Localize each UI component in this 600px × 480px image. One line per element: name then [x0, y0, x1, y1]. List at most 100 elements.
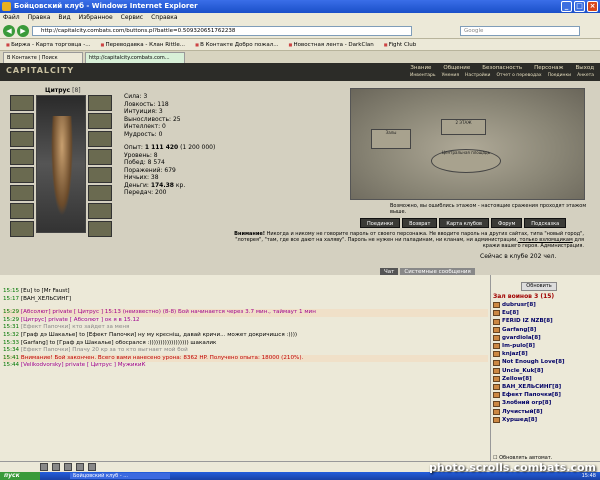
maximize-button[interactable]: □: [574, 1, 585, 12]
menu-view[interactable]: Вид: [58, 13, 70, 23]
list-item[interactable]: knjaz[8]: [493, 350, 565, 358]
list-item[interactable]: ВАН_ХЕЛЬСИНГ[8]: [493, 383, 565, 391]
character-portrait: [36, 95, 86, 233]
equip-slot[interactable]: [10, 131, 34, 147]
equipment-slots-right: [88, 95, 112, 237]
list-item[interactable]: Not Enough Love[8]: [493, 358, 565, 366]
equip-slot[interactable]: [88, 113, 112, 129]
clan-icon: [493, 359, 500, 366]
equip-slot[interactable]: [10, 221, 34, 237]
chat-message: 15:41 Внимание! Бой закончен. Всего вами…: [3, 354, 488, 363]
subnav-settings[interactable]: Настройки: [465, 73, 490, 78]
refresh-button[interactable]: Обновить: [521, 282, 557, 291]
list-item[interactable]: gvardiola[8]: [493, 334, 565, 342]
window-title: Бойцовский клуб - Windows Internet Explo…: [14, 2, 198, 10]
nav-security[interactable]: Безопасность: [482, 65, 522, 71]
equip-slot[interactable]: [88, 167, 112, 183]
players-list: dubrusr[8] Eu[8] FERID IZ NZB[8] Garfang…: [493, 301, 565, 424]
list-item[interactable]: Лучистый[8]: [493, 408, 565, 416]
list-item[interactable]: Злобний огр[8]: [493, 399, 565, 407]
smile-icon[interactable]: [40, 463, 48, 471]
menu-favorites[interactable]: Избранное: [79, 13, 113, 23]
tab-bar: В Контакте | Поиск http://capitalcity.co…: [0, 51, 600, 63]
list-item[interactable]: Uncle_Kuk[8]: [493, 367, 565, 375]
subnav-inventory[interactable]: Инвентарь: [410, 73, 436, 78]
list-item[interactable]: Хуршед[8]: [493, 416, 565, 424]
menu-tools[interactable]: Сервис: [121, 13, 143, 23]
nav-character[interactable]: Персонаж: [534, 65, 563, 71]
subnav-transfers[interactable]: Отчет о переводах: [496, 73, 541, 78]
duels-button[interactable]: Поединки: [360, 218, 401, 228]
clan-icon: [493, 351, 500, 358]
list-item[interactable]: Zellow[8]: [493, 375, 565, 383]
character-name[interactable]: Цитрус [8]: [45, 87, 81, 94]
menu-help[interactable]: Справка: [151, 13, 177, 23]
equip-slot[interactable]: [10, 113, 34, 129]
list-item[interactable]: Eu[8]: [493, 309, 565, 317]
start-button[interactable]: пуск: [0, 472, 40, 480]
list-item[interactable]: Im-pulo[8]: [493, 342, 565, 350]
nav-exit[interactable]: Выход: [575, 65, 594, 71]
stat-money: Деньги: 174.38 кр.: [124, 181, 186, 189]
minimize-button[interactable]: _: [561, 1, 572, 12]
url-input[interactable]: http://capitalcity.combats.com/buttons.p…: [32, 26, 412, 36]
equip-slot[interactable]: [88, 185, 112, 201]
hint-button[interactable]: Подсказка: [524, 218, 567, 228]
menu-edit[interactable]: Правка: [28, 13, 51, 23]
equip-slot[interactable]: [88, 95, 112, 111]
equip-slot[interactable]: [10, 203, 34, 219]
equip-slot[interactable]: [10, 149, 34, 165]
stat-agility: Ловкость: 118: [124, 100, 169, 108]
room-title: Зал воинов 3 (15): [493, 293, 555, 300]
forward-button[interactable]: ▶: [17, 25, 29, 37]
favorite-link[interactable]: Переводавка - Клан Rittle...: [100, 39, 186, 50]
map-floor2[interactable]: 2 ЭТАЖ: [441, 119, 486, 135]
equip-slot[interactable]: [88, 149, 112, 165]
stat-exp: Опыт: 1 111 420 (1 200 000): [124, 144, 216, 151]
menu-file[interactable]: Файл: [3, 13, 20, 23]
subnav-profile[interactable]: Анкета: [577, 73, 594, 78]
return-button[interactable]: Возврат: [402, 218, 438, 228]
taskbar-item[interactable]: Бойцовский клуб - ...: [70, 473, 170, 479]
back-button[interactable]: ◀: [3, 25, 15, 37]
map-hall[interactable]: Залы: [371, 129, 411, 149]
equip-slot[interactable]: [10, 167, 34, 183]
favorite-link[interactable]: Новостная лента - DarkClan: [288, 39, 374, 50]
equip-slot[interactable]: [10, 95, 34, 111]
list-item[interactable]: Ефект Папочки[8]: [493, 391, 565, 399]
clear-icon[interactable]: [64, 463, 72, 471]
list-item[interactable]: Garfang[8]: [493, 326, 565, 334]
search-input[interactable]: Google: [460, 26, 580, 36]
stat-level: Уровень: 8: [124, 151, 158, 159]
chat-message: 15:31 [Ефект Папочки] кто зайдет за меня: [3, 324, 130, 331]
game-page: CAPITALCITY Знание Общение Безопасность …: [0, 63, 600, 461]
settings-icon[interactable]: [88, 463, 96, 471]
close-button[interactable]: ×: [587, 1, 598, 12]
character-stats: Сила: 3 Ловкость: 118 Интуиция: 3 Выносл…: [124, 93, 215, 197]
floor-map[interactable]: Залы 2 ЭТАЖ Центральная площадь: [350, 88, 585, 200]
send-icon[interactable]: [76, 463, 84, 471]
nav-social[interactable]: Общение: [443, 65, 470, 71]
equip-slot[interactable]: [10, 185, 34, 201]
favorite-link[interactable]: Биржа - Карта торговца -...: [6, 39, 90, 50]
filter-icon[interactable]: [52, 463, 60, 471]
chat-message: 15:32 [Граф дэ Шакалье] to [Ефект Папочк…: [3, 331, 298, 338]
equip-slot[interactable]: [88, 203, 112, 219]
club-map-button[interactable]: Карта клубов: [439, 218, 490, 228]
subnav-duels[interactable]: Поединки: [548, 73, 572, 78]
tab-vkontakte[interactable]: В Контакте | Поиск: [3, 52, 83, 63]
favorite-link[interactable]: Fight Club: [384, 39, 417, 50]
equip-slot[interactable]: [88, 221, 112, 237]
nav-knowledge[interactable]: Знание: [410, 65, 431, 71]
equip-slot[interactable]: [88, 131, 112, 147]
list-item[interactable]: FERID IZ NZB[8]: [493, 317, 565, 325]
map-central-square[interactable]: Центральная площадь: [431, 149, 501, 173]
list-item[interactable]: dubrusr[8]: [493, 301, 565, 309]
clan-icon: [493, 416, 500, 423]
forum-button[interactable]: Форум: [491, 218, 523, 228]
clan-icon: [493, 392, 500, 399]
subnav-skills[interactable]: Умения: [442, 73, 459, 78]
favorite-link[interactable]: В Контакте Добро пожал...: [195, 39, 278, 50]
tab-combats[interactable]: http://capitalcity.combats.com...: [85, 52, 185, 63]
clan-icon: [493, 408, 500, 415]
